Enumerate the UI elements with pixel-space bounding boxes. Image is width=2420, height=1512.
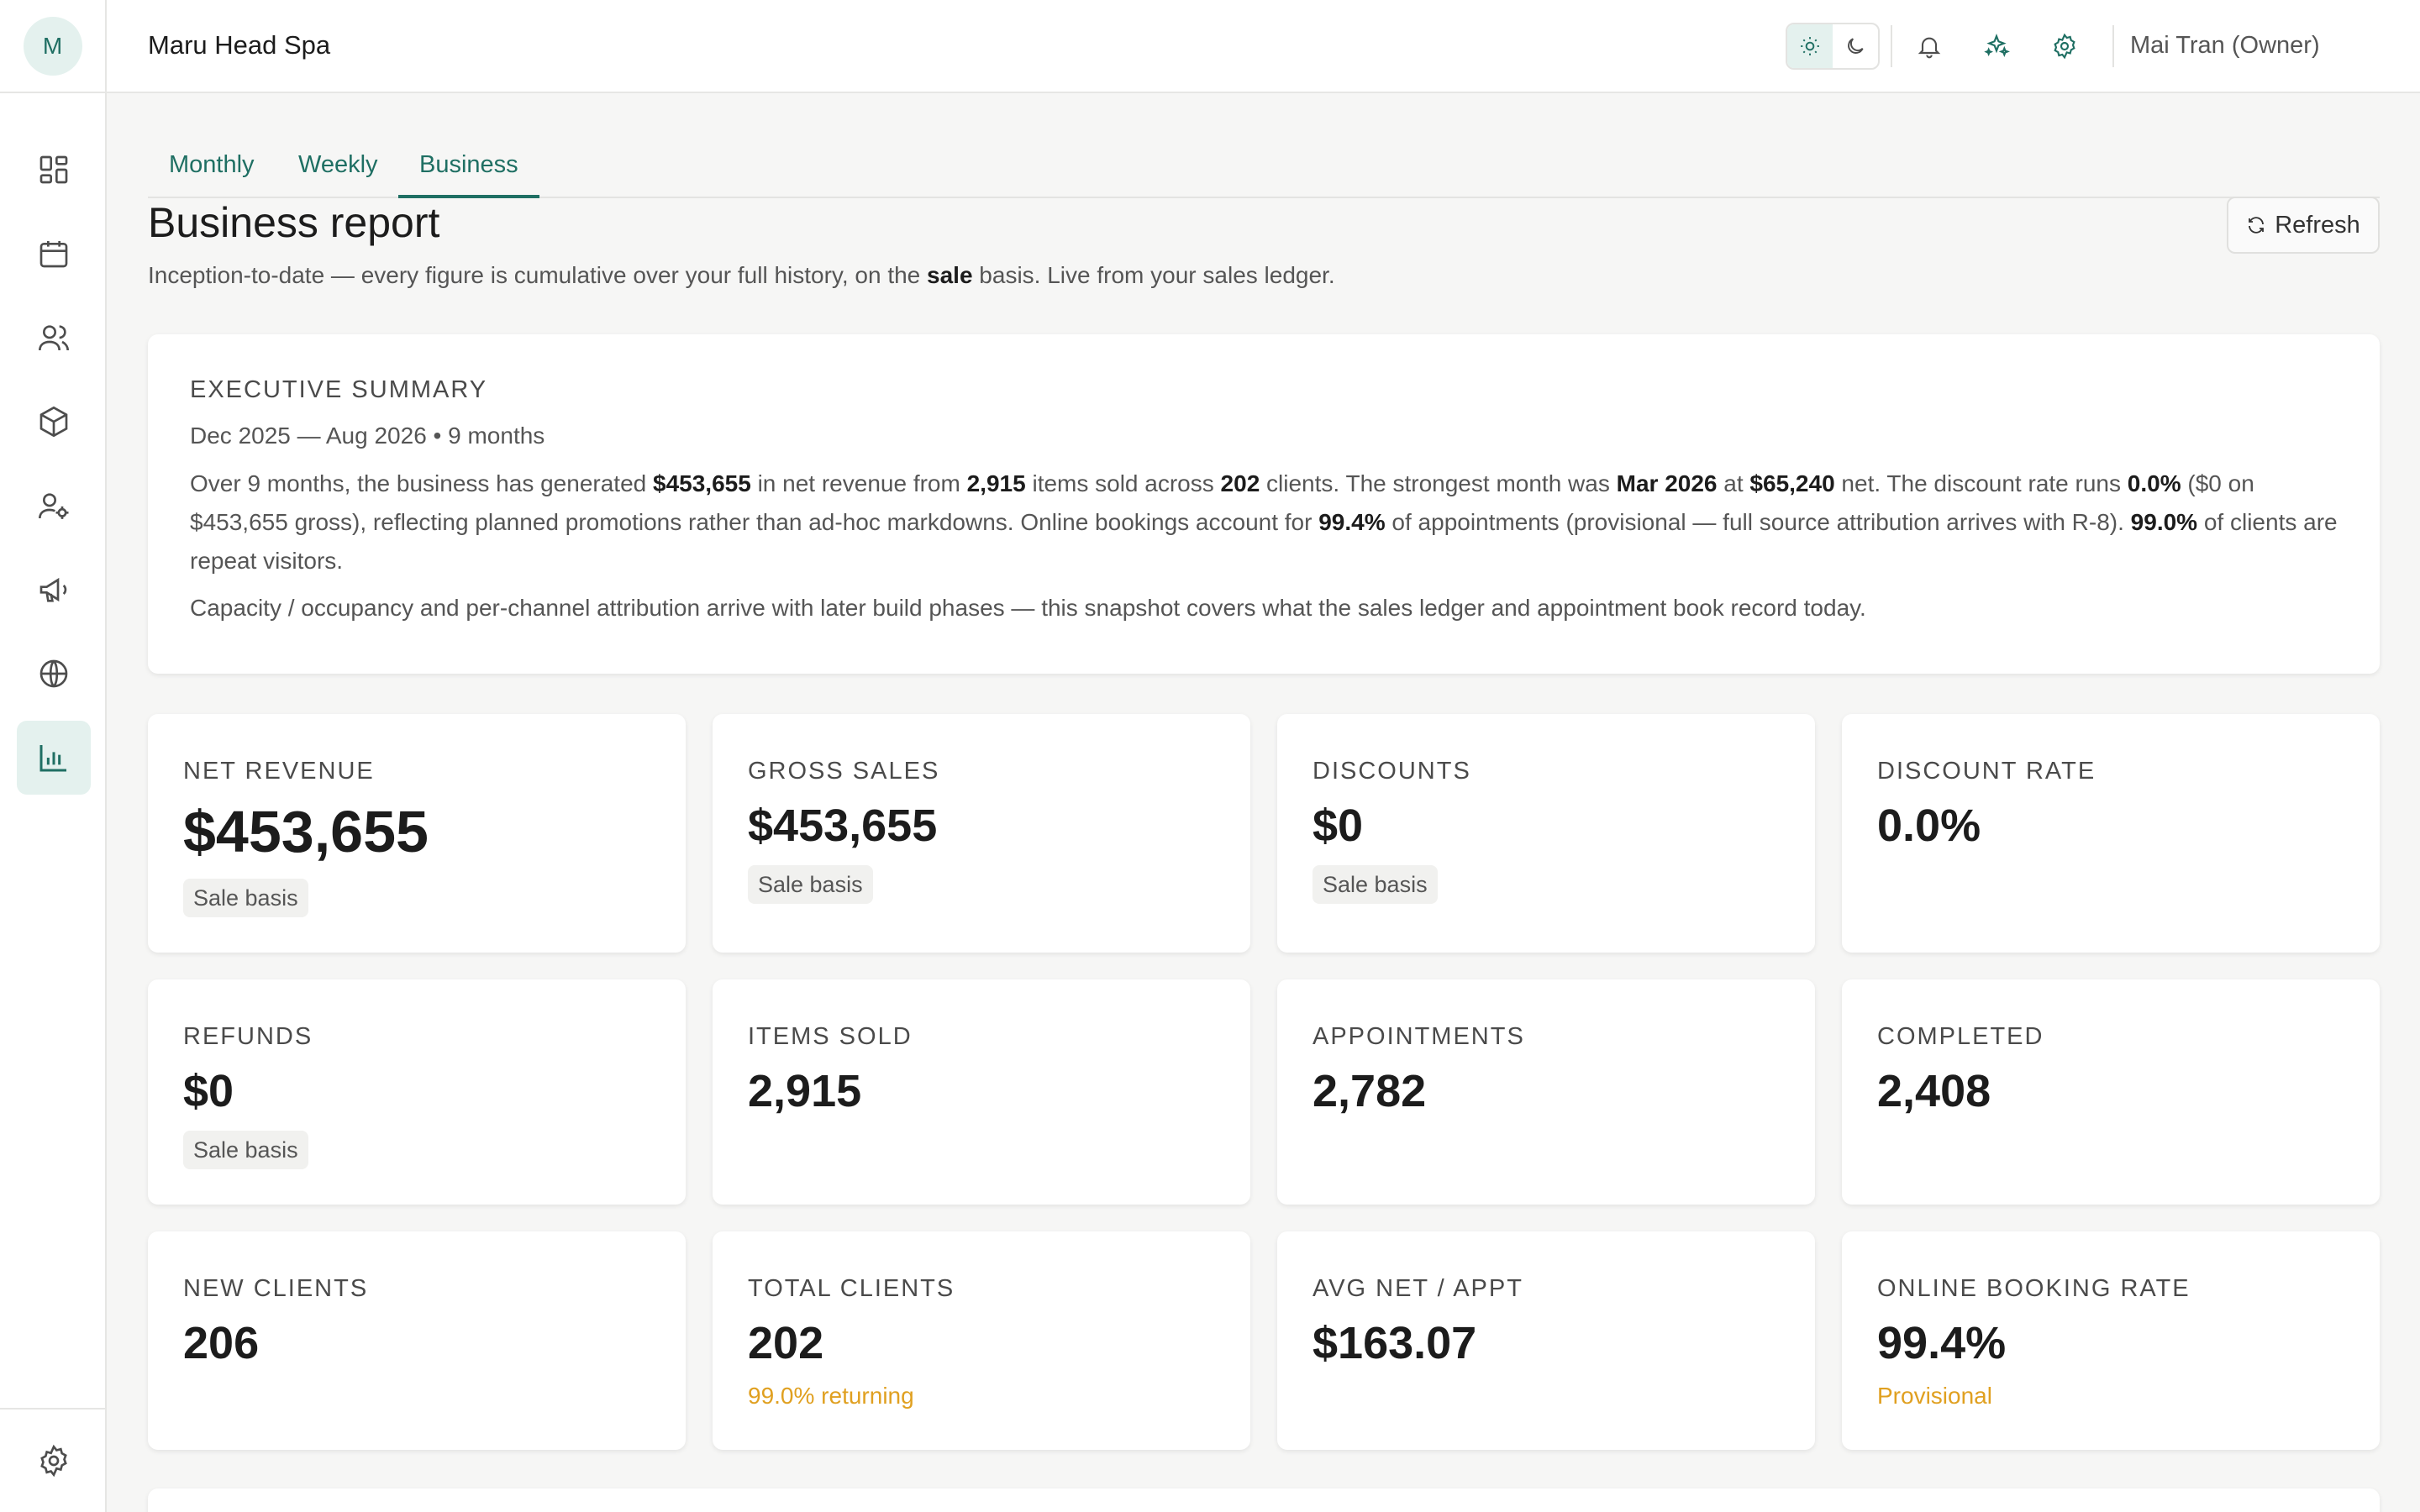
tab-monthly[interactable]: Monthly [148,151,276,198]
refresh-label: Refresh [2275,211,2360,239]
metric-label: GROSS SALES [748,758,940,785]
metric-card-refunds: REFUNDS $0 Sale basis [148,979,686,1205]
metric-card-avg-net-appt: AVG NET / APPT $163.07 [1277,1231,1815,1450]
staff-icon[interactable] [17,469,91,543]
metric-value: $0 [1313,801,1364,851]
top-header: Maru Head Spa Mai Tran (Owner) [107,0,2420,93]
metric-card-items-sold: ITEMS SOLD 2,915 [713,979,1250,1205]
metric-card-discount-rate: DISCOUNT RATE 0.0% [1842,714,2380,953]
metric-label: TOTAL CLIENTS [748,1275,955,1302]
metric-label: DISCOUNT RATE [1877,758,2096,785]
metric-label: DISCOUNTS [1313,758,1471,785]
basis-chip: Sale basis [183,879,308,917]
metric-label: AVG NET / APPT [1313,1275,1523,1302]
sidebar: M [0,0,107,1512]
provisional-note: Provisional [1877,1383,1992,1409]
dashboard-icon[interactable] [17,133,91,207]
metric-label: APPOINTMENTS [1313,1023,1525,1050]
metric-value: 2,915 [748,1066,862,1116]
reports-icon[interactable] [17,721,91,795]
basis-chip: Sale basis [748,865,873,904]
summary-heading: EXECUTIVE SUMMARY [190,376,488,403]
settings-icon[interactable] [2046,28,2083,65]
web-icon[interactable] [17,637,91,711]
summary-period: Dec 2025 — Aug 2026 • 9 months [190,423,545,449]
metric-value: 2,408 [1877,1066,1991,1116]
metric-label: NEW CLIENTS [183,1275,369,1302]
executive-summary-card: EXECUTIVE SUMMARY Dec 2025 — Aug 2026 • … [148,334,2380,674]
business-avatar[interactable]: M [23,16,82,76]
metric-label: ITEMS SOLD [748,1023,913,1050]
metric-card-appointments: APPOINTMENTS 2,782 [1277,979,1815,1205]
metric-card-online-booking-rate: ONLINE BOOKING RATE 99.4% Provisional [1842,1231,2380,1450]
report-tabs: Monthly Weekly Business [148,139,2380,198]
next-section-card [148,1488,2380,1512]
metric-value: 206 [183,1318,260,1368]
page-subtitle: Inception-to-date — every figure is cumu… [148,262,1335,288]
page-title: Business report [148,199,440,246]
metric-value: $163.07 [1313,1318,1477,1368]
metric-value: 2,782 [1313,1066,1427,1116]
metric-value: 202 [748,1318,824,1368]
bell-icon[interactable] [1911,28,1948,65]
metric-value: 0.0% [1877,801,1981,851]
sidebar-divider [0,1408,105,1410]
metric-label: REFUNDS [183,1023,313,1050]
business-name: Maru Head Spa [148,30,331,60]
theme-toggle[interactable] [1786,23,1880,70]
calendar-icon[interactable] [17,217,91,291]
brand-area: M [0,0,105,93]
metric-card-discounts: DISCOUNTS $0 Sale basis [1277,714,1815,953]
tab-weekly[interactable]: Weekly [277,151,399,198]
sun-icon[interactable] [1787,24,1833,68]
metric-card-net-revenue: NET REVENUE $453,655 Sale basis [148,714,686,953]
metric-label: COMPLETED [1877,1023,2044,1050]
header-divider [2112,25,2114,67]
refresh-icon [2249,217,2265,234]
metric-label: NET REVENUE [183,758,375,785]
header-divider [1891,25,1892,67]
returning-note: 99.0% returning [748,1383,914,1409]
user-name[interactable]: Mai Tran (Owner) [2130,32,2320,60]
moon-icon[interactable] [1833,24,1878,68]
summary-note: Capacity / occupancy and per-channel att… [190,595,1866,621]
tab-business[interactable]: Business [398,151,539,198]
metric-card-new-clients: NEW CLIENTS 206 [148,1231,686,1450]
products-icon[interactable] [17,385,91,459]
metric-value: 99.4% [1877,1318,2007,1368]
metric-value: $453,655 [748,801,938,851]
refresh-button[interactable]: Refresh [2227,197,2380,254]
summary-paragraph: Over 9 months, the business has generate… [190,470,2338,574]
clients-icon[interactable] [17,301,91,375]
metric-value: $0 [183,1066,234,1116]
basis-chip: Sale basis [183,1131,308,1169]
sparkles-icon[interactable] [1978,28,2015,65]
metric-label: ONLINE BOOKING RATE [1877,1275,2191,1302]
metric-card-gross-sales: GROSS SALES $453,655 Sale basis [713,714,1250,953]
metric-value: $453,655 [183,799,429,864]
marketing-icon[interactable] [17,553,91,627]
settings-icon[interactable] [17,1424,91,1498]
basis-chip: Sale basis [1313,865,1438,904]
metric-card-total-clients: TOTAL CLIENTS 202 99.0% returning [713,1231,1250,1450]
metric-card-completed: COMPLETED 2,408 [1842,979,2380,1205]
